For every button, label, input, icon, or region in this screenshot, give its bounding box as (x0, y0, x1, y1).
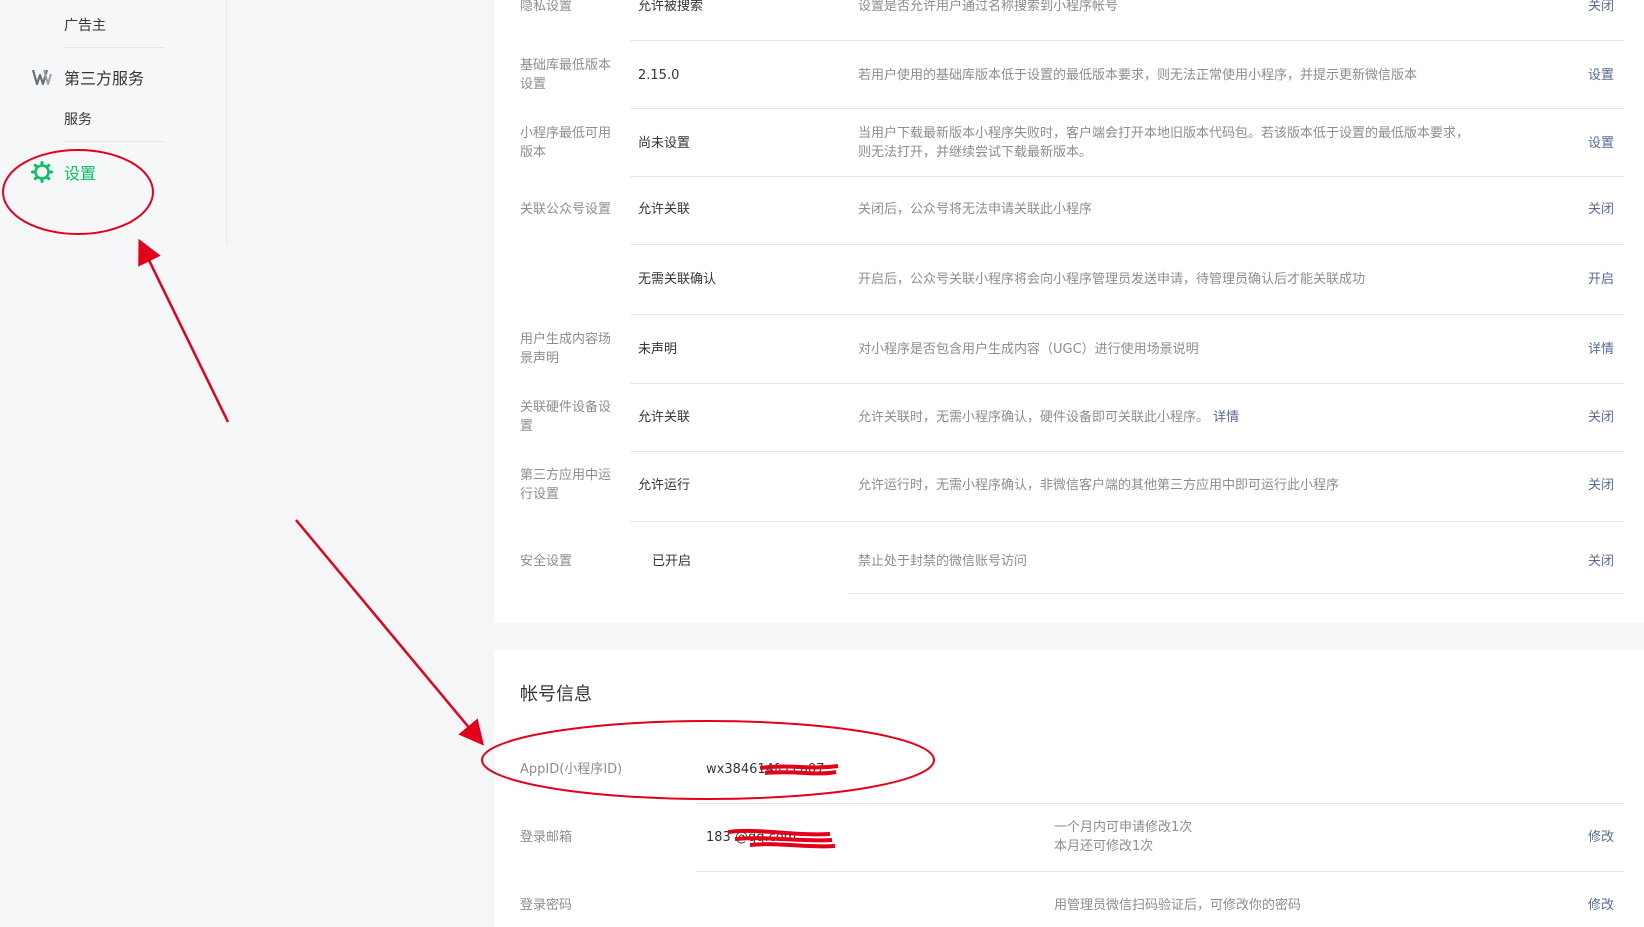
hardware-detail-link[interactable]: 详情 (1213, 410, 1239, 425)
row-label: AppID(小程序ID) (520, 762, 623, 777)
settings-card: 隐私设置 允许被搜索 设置是否允许用户通过名称搜索到小程序帐号 关闭 基础库最低… (494, 0, 1644, 623)
email-note-remaining: 本月还可修改1次 (1054, 839, 1154, 854)
set-min-version-button[interactable]: 设置 (1588, 134, 1614, 153)
arrow-to-appid (295, 519, 485, 746)
row-value: 允许关联 (638, 410, 691, 425)
sidebar-item-label: 设置 (64, 164, 97, 183)
row-desc: 若用户使用的基础库版本低于设置的最低版本要求，则无法正常使用小程序，并提示更新微… (858, 68, 1418, 83)
row-label: 第三方应用中运行设置 (520, 468, 612, 502)
email-value: 183 @qq.com (706, 830, 797, 845)
row-desc: 当用户下载最新版本小程序失败时，客户端会打开本地旧版本代码包。若该版本低于设置的… (858, 126, 1470, 160)
row-label: 关联公众号设置 (520, 202, 612, 217)
row-separator (696, 871, 1624, 872)
row-value: 2.15.0 (638, 68, 680, 83)
row-desc: 开启后，公众号关联小程序将会向小程序管理员发送申请，待管理员确认后才能关联成功 (858, 272, 1366, 287)
sidebar-group-third-party[interactable]: 第三方服务 (30, 65, 144, 89)
row-desc: 对小程序是否包含用户生成内容（UGC）进行使用场景说明 (858, 342, 1199, 357)
row-label: 安全设置 (520, 554, 573, 569)
row-label: 基础库最低版本设置 (520, 58, 612, 92)
sidebar-separator (64, 141, 164, 142)
modify-email-button[interactable]: 修改 (1588, 828, 1614, 847)
row-value: 允许关联 (638, 202, 691, 217)
row-separator (696, 803, 1624, 804)
email-note-monthly: 一个月内可申请修改1次 (1054, 820, 1193, 835)
row-label: 用户生成内容场景声明 (520, 332, 612, 366)
appid-value: wx384614fccca07 (706, 762, 825, 777)
account-info-card: 帐号信息 AppID(小程序ID) wx384614fccca07 登录邮箱 1… (494, 650, 1644, 927)
row-value: 尚未设置 (638, 136, 691, 151)
row-label: 关联硬件设备设置 (520, 400, 612, 434)
row-desc-text: 允许关联时，无需小程序确认，硬件设备即可关联此小程序。 (858, 410, 1210, 425)
row-desc: 允许关联时，无需小程序确认，硬件设备即可关联此小程序。 详情 (858, 408, 1498, 427)
enable-association-confirm-button[interactable]: 开启 (1588, 270, 1614, 289)
sidebar-group-label: 第三方服务 (64, 69, 145, 88)
sidebar-divider (226, 0, 227, 243)
close-security-button[interactable]: 关闭 (1588, 552, 1614, 571)
row-separator (848, 593, 1624, 594)
row-label: 登录邮箱 (520, 830, 573, 845)
sidebar-item-settings[interactable]: 设置 (30, 160, 96, 184)
sidebar-item-service[interactable]: 服务 (64, 109, 92, 129)
row-desc: 用管理员微信扫码验证后，可修改你的密码 (1054, 898, 1302, 913)
row-separator (630, 108, 1624, 109)
row-desc: 关闭后，公众号将无法申请关联此小程序 (858, 202, 1093, 217)
close-privacy-button[interactable]: 关闭 (1588, 0, 1614, 16)
row-separator (630, 244, 1624, 245)
third-party-service-icon (30, 65, 54, 89)
sidebar-item-advertiser[interactable]: 广告主 (64, 15, 106, 35)
row-desc: 禁止处于封禁的微信账号访问 (858, 554, 1028, 569)
row-value: 无需关联确认 (638, 272, 717, 287)
row-label: 隐私设置 (520, 0, 573, 14)
row-desc: 允许运行时，无需小程序确认，非微信客户端的其他第三方应用中即可运行此小程序 (858, 478, 1340, 493)
row-label: 小程序最低可用版本 (520, 126, 612, 160)
row-separator (630, 383, 1624, 384)
row-separator (630, 521, 1624, 522)
row-separator (630, 451, 1624, 452)
sidebar-separator (64, 47, 164, 48)
modify-password-button[interactable]: 修改 (1588, 896, 1614, 915)
set-min-lib-button[interactable]: 设置 (1588, 66, 1614, 85)
row-separator (630, 176, 1624, 177)
gear-icon (30, 160, 54, 184)
row-label: 登录密码 (520, 898, 573, 913)
row-value: 已开启 (652, 554, 692, 569)
row-desc: 设置是否允许用户通过名称搜索到小程序帐号 (858, 0, 1119, 14)
ugc-detail-button[interactable]: 详情 (1588, 340, 1614, 359)
close-third-party-run-button[interactable]: 关闭 (1588, 476, 1614, 495)
row-desc: 一个月内可申请修改1次 本月还可修改1次 (1054, 818, 1354, 856)
close-association-button[interactable]: 关闭 (1588, 200, 1614, 219)
row-separator (630, 40, 1624, 41)
row-value: 未声明 (638, 342, 678, 357)
sidebar: 广告主 第三方服务 服务 设置 (0, 0, 227, 927)
close-hardware-button[interactable]: 关闭 (1588, 408, 1614, 427)
account-info-title: 帐号信息 (520, 684, 592, 705)
row-value: 允许被搜索 (638, 0, 704, 14)
row-separator (630, 314, 1624, 315)
row-value: 允许运行 (638, 478, 691, 493)
